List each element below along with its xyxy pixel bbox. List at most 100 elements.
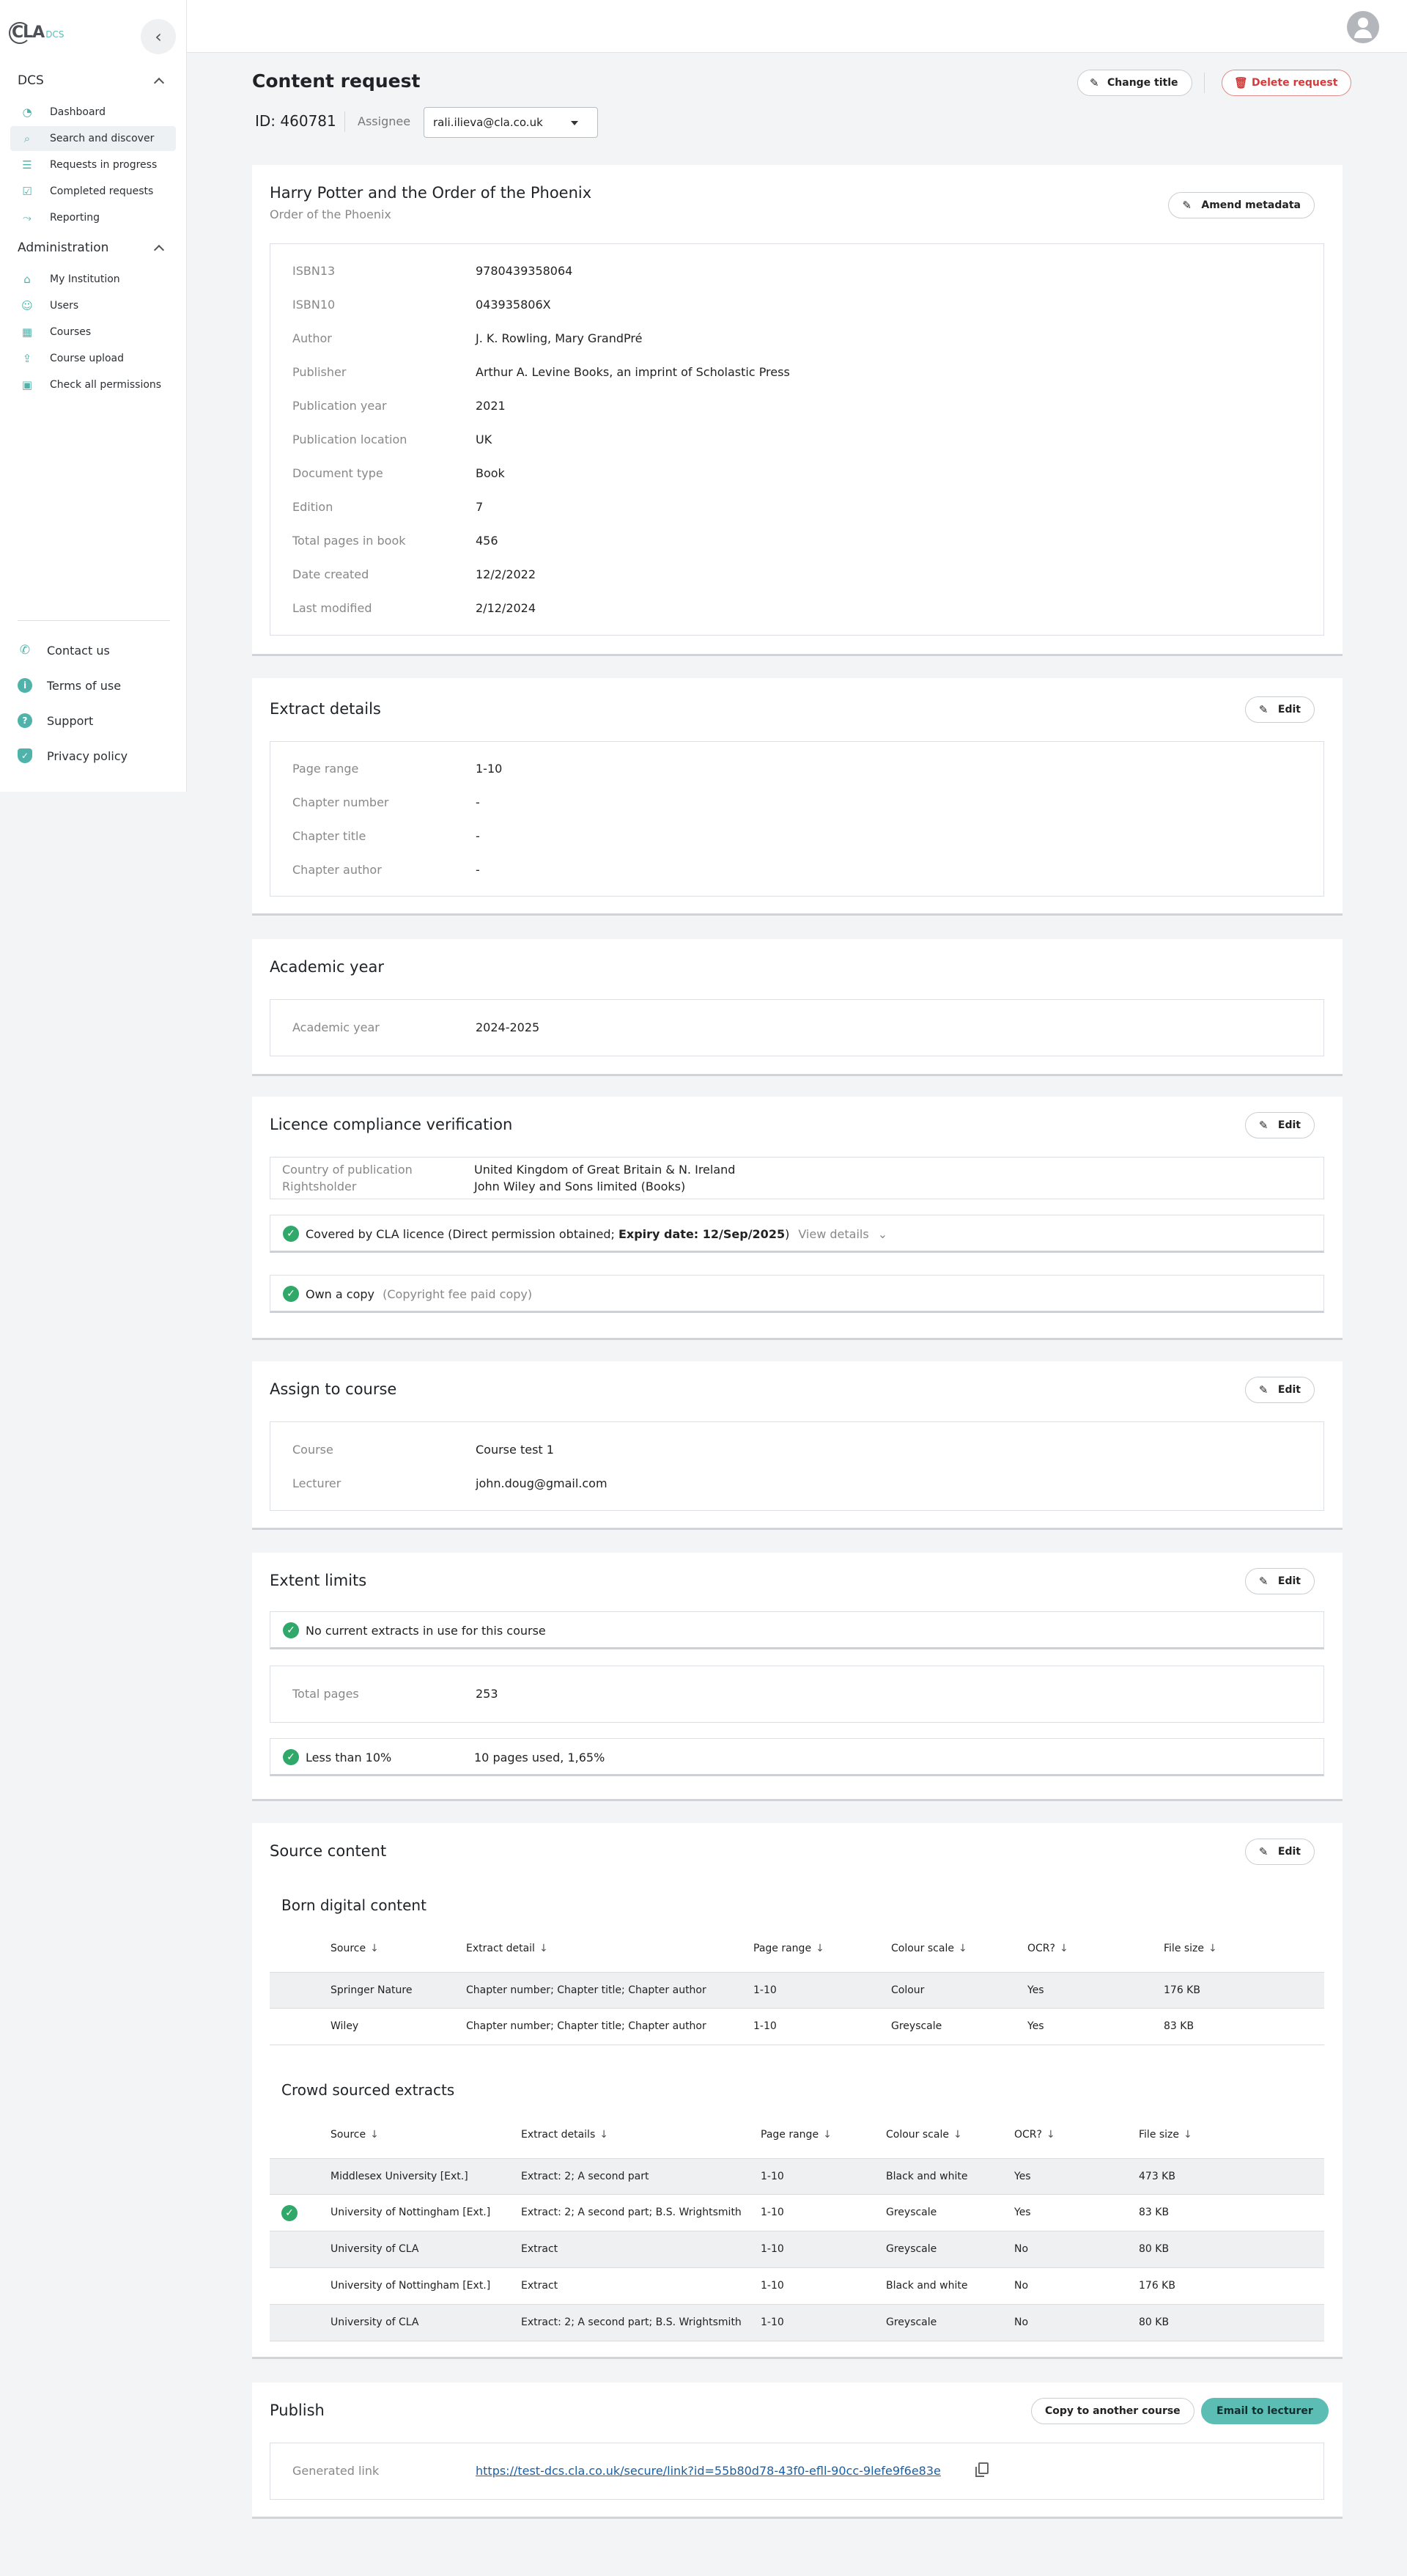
sidebar-item-users[interactable]: ☺ Users <box>10 293 176 318</box>
table-row[interactable]: Springer Nature Chapter number; Chapter … <box>270 1972 1324 2009</box>
field-label: Total pages <box>292 1687 359 1701</box>
column-header-colour-scale[interactable]: Colour scale ↓ <box>891 1943 967 1954</box>
edit-licence-button[interactable]: ✎ Edit <box>1244 1112 1315 1138</box>
metadata-fields: ISBN13 9780439358064 ISBN10 043935806X A… <box>270 243 1324 636</box>
sidebar-item-requests-in-progress[interactable]: ☰ Requests in progress <box>10 152 176 177</box>
column-header-extract-detail[interactable]: Extract detail ↓ <box>466 1943 548 1954</box>
edit-extract-button[interactable]: ✎ Edit <box>1244 696 1315 723</box>
book-subtitle: Order of the Phoenix <box>270 207 391 221</box>
cell-file-size: 176 KB <box>1139 2280 1175 2292</box>
own-copy-status: ✓ Own a copy (Copyright fee paid copy) <box>270 1275 1324 1313</box>
sidebar-item-courses[interactable]: ▦ Courses <box>10 320 176 345</box>
pencil-icon: ✎ <box>1258 1575 1268 1588</box>
column-header-file-size[interactable]: File size ↓ <box>1164 1943 1217 1954</box>
column-header-label: Extract details <box>521 2129 596 2141</box>
cell-colour-scale: Greyscale <box>891 2020 942 2032</box>
section-title: Assign to course <box>270 1380 397 1398</box>
sidebar-divider <box>18 620 170 621</box>
cell-file-size: 83 KB <box>1139 2207 1170 2218</box>
view-details-link[interactable]: View details <box>798 1227 868 1241</box>
users-icon: ☺ <box>21 299 33 312</box>
column-header-colour-scale[interactable]: Colour scale ↓ <box>886 2129 962 2141</box>
amend-metadata-button[interactable]: ✎ Amend metadata <box>1168 192 1315 218</box>
sidebar-item-completed-requests[interactable]: ☑ Completed requests <box>10 179 176 204</box>
sidebar: CLA DCS ‹ DCS ◔ Dashboard ⌕ Search and di… <box>0 0 187 792</box>
column-header-source[interactable]: Source ↓ <box>330 2129 379 2141</box>
sidebar-item-reporting[interactable]: ⤳ Reporting <box>10 205 176 230</box>
table-row[interactable]: ✓ University of Nottingham [Ext.] Extrac… <box>270 2195 1324 2231</box>
pencil-icon: ✎ <box>1258 1119 1268 1132</box>
column-header-label: OCR? <box>1014 2129 1042 2141</box>
chevron-up-icon[interactable] <box>153 77 165 89</box>
column-header-page-range[interactable]: Page range ↓ <box>753 1943 824 1954</box>
nav-section-administration[interactable]: Administration <box>18 240 108 255</box>
cell-extract-detail: Chapter number; Chapter title; Chapter a… <box>466 1984 706 1996</box>
cell-ocr: Yes <box>1027 2020 1044 2032</box>
column-header-label: Extract detail <box>466 1943 535 1954</box>
sort-arrow-icon: ↓ <box>953 2129 962 2141</box>
request-id: ID: 460781 <box>255 112 336 130</box>
cell-source: University of Nottingham [Ext.] <box>330 2207 491 2218</box>
column-header-extract-details[interactable]: Extract details ↓ <box>521 2129 608 2141</box>
copy-icon[interactable] <box>975 2462 989 2477</box>
coverage-text: Covered by CLA licence (Direct permissio… <box>306 1227 887 1241</box>
edit-course-button[interactable]: ✎ Edit <box>1244 1377 1315 1403</box>
sidebar-item-label: Completed requests <box>50 185 154 197</box>
chevron-up-icon[interactable] <box>153 244 165 256</box>
email-to-lecturer-button[interactable]: Email to lecturer <box>1201 2398 1329 2424</box>
edit-extent-button[interactable]: ✎ Edit <box>1244 1568 1315 1594</box>
current-extracts-status: ✓ No current extracts in use for this co… <box>270 1611 1324 1649</box>
extract-fields: Page range 1-10 Chapter number - Chapter… <box>270 741 1324 897</box>
column-header-ocr[interactable]: OCR? ↓ <box>1014 2129 1055 2141</box>
nav-section-dcs[interactable]: DCS <box>18 73 44 88</box>
column-header-source[interactable]: Source ↓ <box>330 1943 379 1954</box>
table-row[interactable]: University of CLA Extract 1-10 Greyscale… <box>270 2231 1324 2268</box>
assignee-select[interactable]: rali.ilieva@cla.co.uk <box>424 107 598 138</box>
cell-colour-scale: Greyscale <box>886 2207 937 2218</box>
check-square-icon: ☑ <box>22 185 32 198</box>
copy-to-another-course-button[interactable]: Copy to another course <box>1031 2398 1194 2424</box>
cell-extract-details: Extract <box>521 2280 558 2292</box>
crowd-sourced-title: Crowd sourced extracts <box>281 2081 455 2099</box>
collapse-sidebar-button[interactable]: ‹ <box>141 19 176 54</box>
cla-logo[interactable]: CLA DCS <box>9 22 64 44</box>
sidebar-item-search[interactable]: ⌕ Search and discover <box>10 126 176 151</box>
sort-arrow-icon: ↓ <box>599 2129 608 2141</box>
cell-colour-scale: Greyscale <box>886 2316 937 2328</box>
table-row[interactable]: Wiley Chapter number; Chapter title; Cha… <box>270 2009 1324 2045</box>
field-value: 043935806X <box>476 298 551 312</box>
sidebar-item-dashboard[interactable]: ◔ Dashboard <box>10 100 176 125</box>
field-value: 2021 <box>476 399 506 413</box>
table-row[interactable]: University of Nottingham [Ext.] Extract … <box>270 2268 1324 2305</box>
column-header-label: OCR? <box>1027 1943 1055 1954</box>
sidebar-item-label: Courses <box>50 326 92 338</box>
list-icon: ☰ <box>22 158 32 172</box>
delete-request-button[interactable]: 🗑 Delete request <box>1222 70 1352 96</box>
button-label: Edit <box>1277 1575 1301 1587</box>
change-title-button[interactable]: ✎ Change title <box>1077 70 1192 96</box>
logo-ring <box>9 22 31 44</box>
trash-icon: 🗑 <box>1234 76 1249 89</box>
sort-arrow-icon: ↓ <box>958 1943 967 1954</box>
cell-extract-details: Extract: 2; A second part <box>521 2171 649 2182</box>
chevron-down-icon[interactable]: ⌄ <box>878 1227 887 1241</box>
avatar-body <box>1354 29 1372 38</box>
field-value: John Wiley and Sons limited (Books) <box>474 1180 686 1193</box>
column-header-label: Source <box>330 1943 366 1954</box>
pencil-icon: ✎ <box>1182 199 1192 212</box>
column-header-ocr[interactable]: OCR? ↓ <box>1027 1943 1068 1954</box>
table-row[interactable]: Middlesex University [Ext.] Extract: 2; … <box>270 2158 1324 2195</box>
section-title: Publish <box>270 2402 325 2419</box>
column-header-file-size[interactable]: File size ↓ <box>1139 2129 1192 2141</box>
table-row[interactable]: University of CLA Extract: 2; A second p… <box>270 2305 1324 2341</box>
edit-source-button[interactable]: ✎ Edit <box>1244 1839 1315 1865</box>
generated-link[interactable]: https://test-dcs.cla.co.uk/secure/link?i… <box>476 2464 941 2478</box>
field-label: Country of publication <box>282 1163 413 1177</box>
column-header-page-range[interactable]: Page range ↓ <box>761 2129 832 2141</box>
sidebar-item-my-institution[interactable]: ⌂ My Institution <box>10 267 176 292</box>
sort-arrow-icon: ↓ <box>1046 2129 1055 2141</box>
user-avatar-icon[interactable] <box>1347 11 1379 43</box>
sidebar-item-course-upload[interactable]: ⇪ Course upload <box>10 346 176 371</box>
sidebar-item-check-permissions[interactable]: ▣ Check all permissions <box>10 372 176 397</box>
sort-arrow-icon: ↓ <box>370 1943 379 1954</box>
